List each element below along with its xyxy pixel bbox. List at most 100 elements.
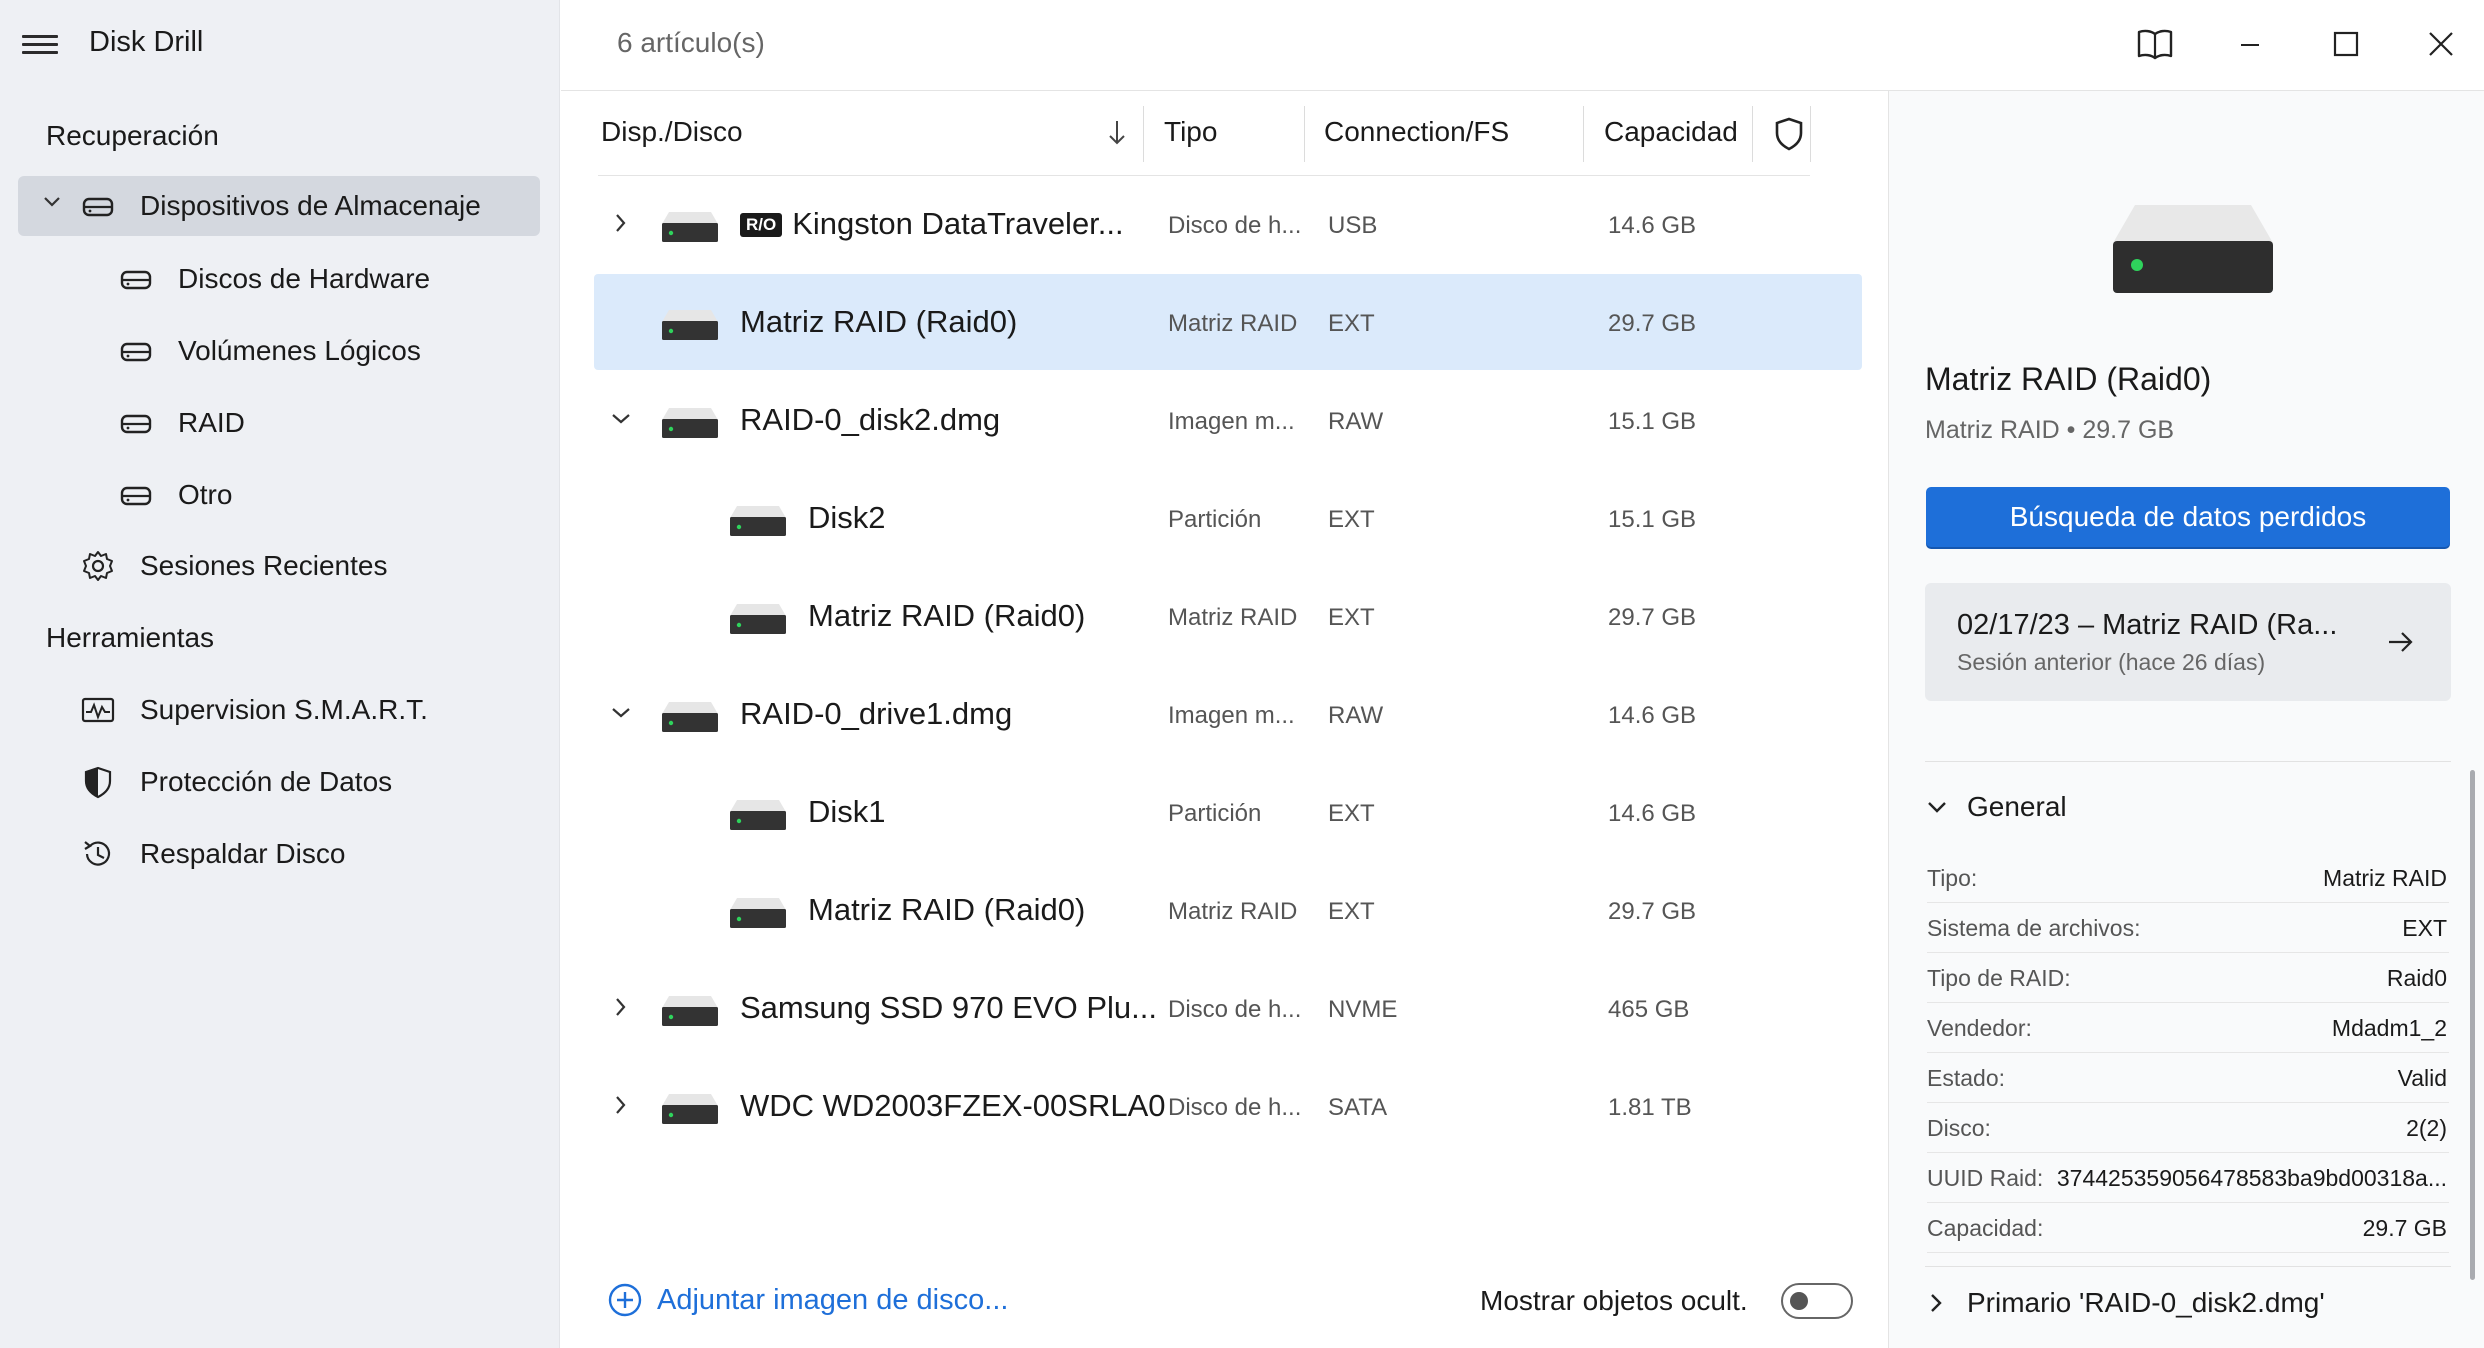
device-fs: EXT — [1328, 800, 1375, 827]
item-count: 6 artículo(s) — [617, 27, 765, 58]
session-title: 02/17/23 – Matriz RAID (Ra... — [1957, 609, 2338, 641]
table-row[interactable]: RAID-0_drive1.dmg Imagen m... RAW 14.6 GB — [594, 666, 1862, 762]
table-row[interactable]: R/O Kingston DataTraveler... Disco de h...… — [594, 176, 1862, 272]
device-name: Disk2 — [808, 500, 886, 536]
property-row: UUID Raid: 374425359056478583ba9bd00318a.… — [1927, 1153, 2449, 1203]
device-name-text: WDC WD2003FZEX-00SRLA0 — [740, 1088, 1166, 1123]
table-row[interactable]: Disk1 Partición EXT 14.6 GB — [594, 764, 1862, 860]
column-separator[interactable] — [1304, 106, 1305, 162]
read-only-badge: R/O — [740, 213, 783, 237]
device-capacity: 14.6 GB — [1608, 800, 1697, 827]
sort-arrow-down-icon[interactable] — [1104, 118, 1130, 148]
attach-disk-image-link[interactable]: Adjuntar imagen de disco... — [607, 1282, 1008, 1318]
attach-label: Adjuntar imagen de disco... — [657, 1283, 1009, 1316]
property-row: Vendedor: Mdadm1_2 — [1927, 1003, 2449, 1053]
table-row[interactable]: Matriz RAID (Raid0) Matriz RAID EXT 29.7 GB — [594, 862, 1862, 958]
disk-drill-window: Disk Drill Recuperación Dispositivos de … — [0, 0, 2484, 1348]
sidebar-item-backup-disk[interactable]: Respaldar Disco — [18, 824, 540, 884]
device-name-text: Samsung SSD 970 EVO Plu... — [740, 990, 1157, 1025]
minimize-icon[interactable] — [2228, 22, 2272, 66]
chevron-right-icon[interactable] — [608, 994, 634, 1020]
sidebar-item-storage-devices[interactable]: Dispositivos de Almacenaje — [18, 176, 540, 236]
sidebar-item-raid[interactable]: RAID — [18, 393, 540, 453]
property-value: Raid0 — [2386, 965, 2447, 991]
gear-icon — [83, 551, 113, 581]
device-type: Matriz RAID — [1168, 898, 1298, 925]
shield-icon[interactable] — [1772, 114, 1806, 154]
device-fs: SATA — [1328, 1094, 1388, 1121]
device-subtitle: Matriz RAID • 29.7 GB — [1925, 416, 2175, 444]
device-name-text: RAID-0_disk2.dmg — [740, 402, 1001, 437]
sidebar-item-label: Volúmenes Lógicos — [178, 335, 421, 366]
sidebar-item-smart[interactable]: Supervision S.M.A.R.T. — [18, 680, 540, 740]
show-hidden-toggle[interactable] — [1781, 1283, 1853, 1319]
chevron-down-icon[interactable] — [608, 406, 634, 432]
table-row[interactable]: WDC WD2003FZEX-00SRLA0 Disco de h... SATA 1… — [594, 1058, 1862, 1154]
sidebar-item-logical-volumes[interactable]: Volúmenes Lógicos — [18, 321, 540, 381]
divider — [1925, 1266, 2451, 1267]
sidebar-item-recent-sessions[interactable]: Sesiones Recientes — [18, 536, 540, 596]
device-name-text: Disk1 — [808, 794, 886, 829]
maximize-icon[interactable] — [2324, 22, 2368, 66]
sidebar-item-other[interactable]: Otro — [18, 465, 540, 525]
device-name-text: Disk2 — [808, 500, 886, 535]
table-row[interactable]: Matriz RAID (Raid0) Matriz RAID EXT 29.7 GB — [594, 568, 1862, 664]
device-fs: RAW — [1328, 408, 1384, 435]
primary-section-toggle[interactable]: Primario 'RAID-0_disk2.dmg' — [1923, 1287, 2325, 1319]
column-separator[interactable] — [1583, 106, 1584, 162]
column-header-disk[interactable]: Disp./Disco — [601, 116, 743, 148]
device-name: Samsung SSD 970 EVO Plu... — [740, 990, 1157, 1026]
property-value: 374425359056478583ba9bd00318a... — [2056, 1165, 2447, 1191]
hard-drive-icon — [662, 702, 718, 732]
sidebar-item-hardware-disks[interactable]: Discos de Hardware — [18, 249, 540, 309]
device-name-text: Matriz RAID (Raid0) — [740, 304, 1018, 339]
column-separator[interactable] — [1143, 106, 1144, 162]
device-name-text: RAID-0_drive1.dmg — [740, 696, 1013, 731]
table-row[interactable]: Matriz RAID (Raid0) Matriz RAID EXT 29.7 GB — [594, 274, 1862, 370]
search-lost-data-button[interactable]: Búsqueda de datos perdidos — [1926, 487, 2450, 547]
shield-icon — [84, 766, 112, 799]
drive-icon — [82, 197, 114, 217]
toggle-knob — [1790, 1292, 1808, 1310]
details-scrollbar[interactable] — [2470, 770, 2475, 1280]
device-name: Matriz RAID (Raid0) — [808, 892, 1085, 928]
hard-drive-icon — [730, 604, 786, 634]
sidebar-item-label: Sesiones Recientes — [140, 550, 388, 581]
device-name: RAID-0_disk2.dmg — [740, 402, 1000, 438]
property-key: Tipo: — [1927, 865, 1978, 891]
chevron-down-icon — [1928, 802, 1946, 813]
book-icon[interactable] — [2133, 22, 2177, 66]
column-header-connection[interactable]: Connection/FS — [1324, 116, 1509, 148]
property-row: Tipo de RAID: Raid0 — [1927, 953, 2449, 1003]
device-name: Matriz RAID (Raid0) — [740, 304, 1017, 340]
sidebar-item-label: Dispositivos de Almacenaje — [140, 190, 481, 221]
previous-session-card[interactable]: 02/17/23 – Matriz RAID (Ra... Sesión ant… — [1925, 583, 2451, 701]
hamburger-menu-icon[interactable] — [22, 30, 58, 58]
sidebar-item-label: RAID — [178, 407, 245, 438]
chevron-down-icon[interactable] — [40, 190, 64, 214]
table-row[interactable]: RAID-0_disk2.dmg Imagen m... RAW 15.1 GB — [594, 372, 1862, 468]
column-separator — [1810, 106, 1811, 162]
add-circle-icon — [608, 1283, 642, 1317]
drive-icon — [120, 270, 152, 290]
device-title: Matriz RAID (Raid0) — [1925, 361, 2212, 397]
close-icon[interactable] — [2419, 22, 2463, 66]
chevron-right-icon[interactable] — [608, 210, 634, 236]
hard-drive-icon — [662, 408, 718, 438]
column-header-type[interactable]: Tipo — [1164, 116, 1217, 148]
property-row: Tipo: Matriz RAID — [1927, 853, 2449, 903]
general-section-toggle[interactable]: General — [1923, 791, 2067, 823]
device-capacity: 465 GB — [1608, 996, 1690, 1023]
device-fs: EXT — [1328, 310, 1375, 337]
column-header-capacity[interactable]: Capacidad — [1604, 116, 1738, 148]
sidebar-item-data-protection[interactable]: Protección de Datos — [18, 752, 540, 812]
table-row[interactable]: Disk2 Partición EXT 15.1 GB — [594, 470, 1862, 566]
history-icon — [84, 841, 111, 866]
chevron-down-icon[interactable] — [608, 700, 634, 726]
column-separator[interactable] — [1752, 106, 1753, 162]
chevron-right-icon[interactable] — [608, 1092, 634, 1118]
device-type: Matriz RAID — [1168, 310, 1298, 337]
table-row[interactable]: Samsung SSD 970 EVO Plu... Disco de h... N… — [594, 960, 1862, 1056]
property-key: Estado: — [1927, 1065, 2005, 1091]
property-value: Mdadm1_2 — [2331, 1015, 2447, 1041]
